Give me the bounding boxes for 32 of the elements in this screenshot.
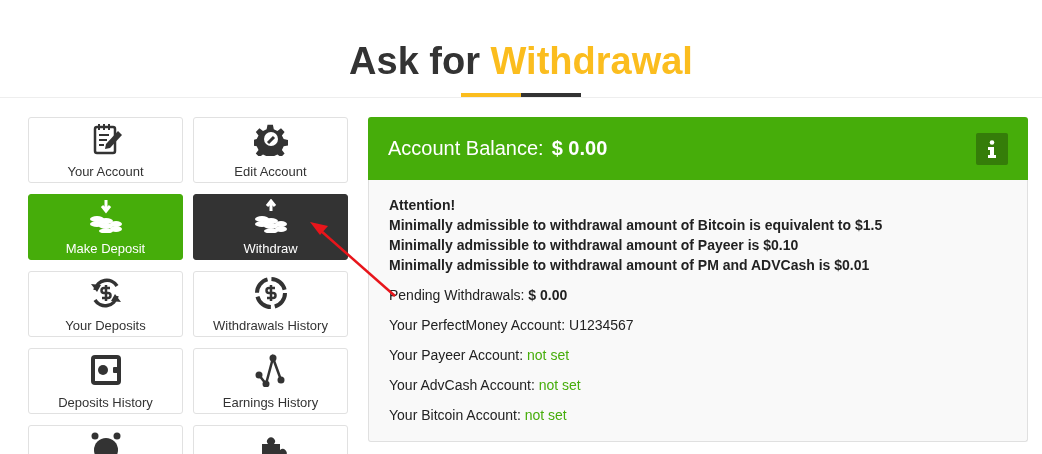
menu-tile[interactable]: Deposits History <box>28 348 183 414</box>
detail-value: not set <box>524 407 567 423</box>
menu-tile[interactable]: Withdraw <box>193 194 348 260</box>
dollar-ring-icon <box>253 276 288 310</box>
menu-tile[interactable]: Edit Account <box>193 117 348 183</box>
detail-label: Pending Withdrawals: <box>389 287 526 303</box>
detail-label: Your Bitcoin Account: <box>389 407 522 423</box>
safe-icon <box>88 353 123 387</box>
dollar-cycle-icon <box>88 276 123 310</box>
notice-text: Minimally admissible to withdrawal amount of PM and ADVCash is $0.01 <box>389 256 871 275</box>
detail-value: not set <box>527 347 570 363</box>
detail-label: Your PerfectMoney Account: <box>389 317 567 333</box>
notice-title: Attention! <box>389 196 457 215</box>
balance-amount: $ 0.00 <box>551 137 608 160</box>
notice-text: Minimally admissible to withdrawal amount of Payeer is $0.10 <box>389 236 800 255</box>
menu-tile[interactable]: Your Account <box>28 117 183 183</box>
menu-tile[interactable]: Earnings History <box>193 348 348 414</box>
menu-tile[interactable]: Your Deposits <box>28 271 183 337</box>
gear-icon <box>253 122 288 156</box>
coins-icon <box>88 199 123 233</box>
balance-label: Account Balance: <box>388 137 544 160</box>
info-icon <box>987 139 997 158</box>
detail-value: not set <box>538 377 581 393</box>
detail-value: U1234567 <box>569 317 634 333</box>
notice-text: Minimally admissible to withdrawal amount of Bitcoin is equivalent to $1.5 <box>389 216 884 235</box>
detail-value: $ 0.00 <box>528 287 568 303</box>
page-title: Ask for Withdrawal <box>349 39 693 84</box>
detail-label: Your AdvCash Account: <box>389 377 536 393</box>
menu-tile[interactable]: Withdrawals History <box>193 271 348 337</box>
detail-label: Your Payeer Account: <box>389 347 525 363</box>
info-button[interactable] <box>976 132 1008 165</box>
coins-icon <box>253 199 288 233</box>
